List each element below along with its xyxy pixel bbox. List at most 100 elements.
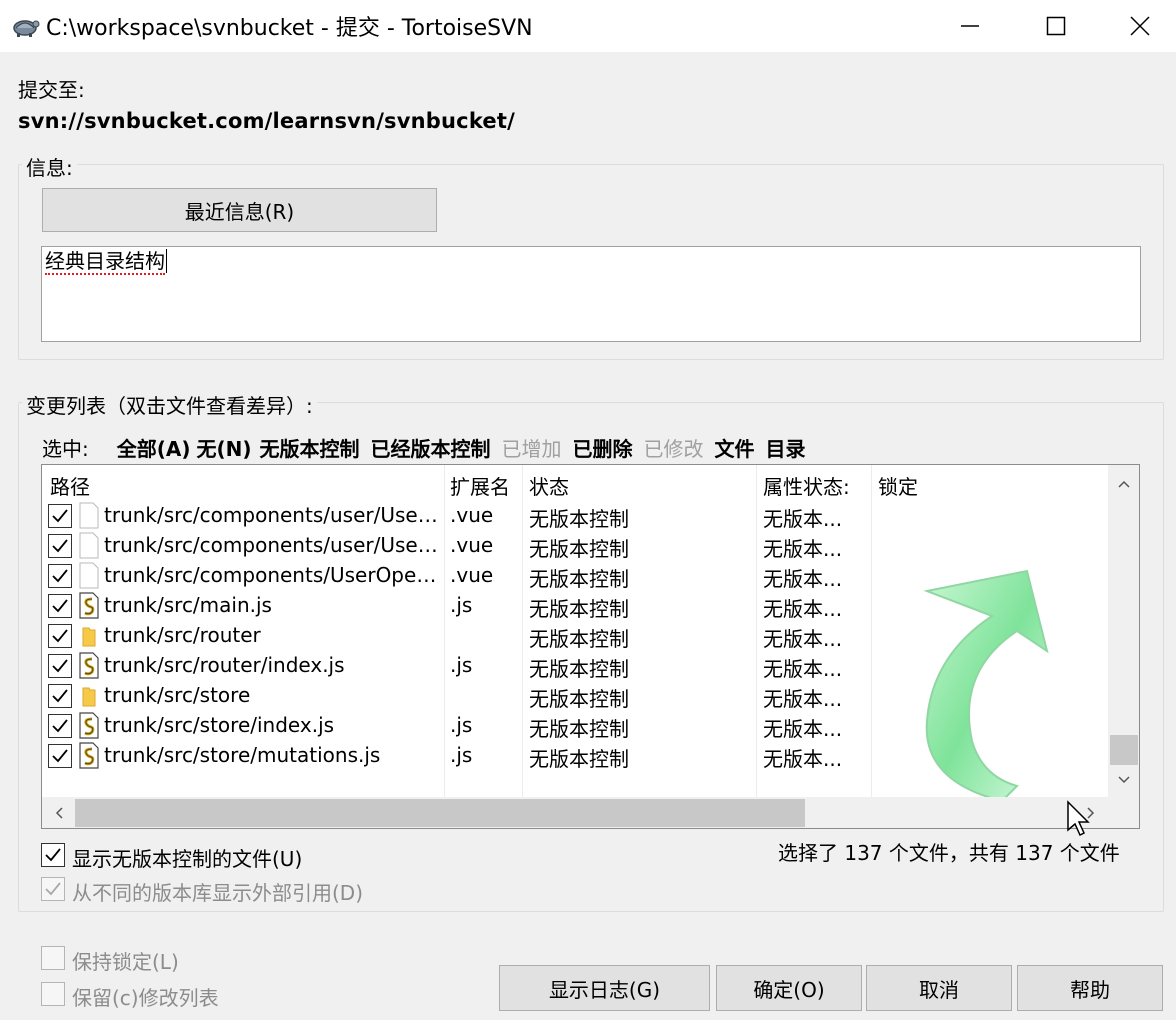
row-prop-status: 无版本...: [763, 567, 843, 591]
chevron-left-icon: [55, 807, 63, 819]
checkmark-icon: [45, 848, 61, 862]
column-header-prop-status[interactable]: 属性状态:: [763, 471, 850, 500]
select-dirs-link[interactable]: 目录: [766, 433, 806, 462]
row-status: 无版本控制: [529, 537, 629, 561]
row-checkbox[interactable]: [48, 564, 72, 588]
row-checkbox[interactable]: [48, 684, 72, 708]
vertical-scroll-thumb[interactable]: [1110, 735, 1138, 765]
title-bar: C:\workspace\svnbucket - 提交 - TortoiseSV…: [0, 0, 1176, 52]
row-extension: .vue: [450, 563, 494, 587]
select-all-link[interactable]: 全部(A): [117, 433, 191, 462]
file-icon: [78, 502, 100, 529]
select-filter-row: 选中: 全部(A) 无(N) 无版本控制 已经版本控制 已增加 已删除 已修改 …: [42, 433, 817, 462]
show-externals-checkbox[interactable]: [41, 877, 65, 901]
js-file-icon: [78, 592, 100, 619]
js-file-icon: [78, 742, 100, 769]
row-checkbox[interactable]: [48, 744, 72, 768]
close-icon: [1130, 16, 1150, 36]
row-extension: .vue: [450, 533, 494, 557]
selection-count-text: 选择了 137 个文件，共有 137 个文件: [778, 841, 1120, 865]
column-header-lock[interactable]: 锁定: [878, 471, 918, 500]
commit-to-label: 提交至:: [18, 78, 85, 102]
chevron-up-icon: [1118, 480, 1130, 488]
cancel-button[interactable]: 取消: [866, 965, 1012, 1011]
row-extension: .js: [450, 593, 473, 617]
keep-locks-checkbox[interactable]: [41, 946, 65, 970]
show-externals-label[interactable]: 从不同的版本库显示外部引用(D): [72, 877, 363, 906]
checkmark-icon: [52, 659, 68, 673]
row-path: trunk/src/components/user/User...: [104, 503, 440, 527]
column-header-ext[interactable]: 扩展名: [450, 471, 510, 500]
row-path: trunk/src/router/index.js: [104, 653, 345, 677]
js-file-icon: [78, 652, 100, 679]
row-checkbox[interactable]: [48, 624, 72, 648]
scroll-up-button[interactable]: [1108, 473, 1139, 495]
show-unversioned-checkbox[interactable]: [41, 843, 65, 867]
row-path: trunk/src/components/UserOper...: [104, 563, 440, 587]
row-status: 无版本控制: [529, 507, 629, 531]
close-button[interactable]: [1098, 0, 1176, 52]
row-path: trunk/src/store: [104, 683, 251, 707]
commit-message-input[interactable]: 经典目录结构: [41, 246, 1141, 342]
recent-messages-button[interactable]: 最近信息(R): [42, 188, 437, 232]
scroll-down-button[interactable]: [1108, 769, 1139, 791]
checkmark-icon: [52, 689, 68, 703]
keep-changelists-label[interactable]: 保留(c)修改列表: [72, 982, 219, 1011]
changes-group-label: 变更列表（双击文件查看差异）:: [22, 390, 317, 419]
row-checkbox[interactable]: [48, 714, 72, 738]
row-checkbox[interactable]: [48, 654, 72, 678]
changes-listview[interactable]: 路径 扩展名 状态 属性状态: 锁定 trunk/src/components/…: [41, 464, 1140, 829]
row-status: 无版本控制: [529, 687, 629, 711]
select-none-link[interactable]: 无(N): [197, 433, 252, 462]
row-prop-status: 无版本...: [763, 537, 843, 561]
horizontal-scrollbar[interactable]: [42, 797, 1139, 828]
checkmark-icon: [52, 599, 68, 613]
row-checkbox[interactable]: [48, 504, 72, 528]
table-row[interactable]: trunk/src/components/user/User... .vue 无版本…: [42, 531, 1108, 561]
commit-arrow-icon: [923, 569, 1049, 803]
row-status: 无版本控制: [529, 627, 629, 651]
select-unversioned-link[interactable]: 无版本控制: [260, 433, 360, 462]
select-prefix: 选中:: [42, 437, 89, 461]
select-files-link[interactable]: 文件: [715, 433, 755, 462]
text-caret: [166, 249, 167, 273]
commit-url: svn://svnbucket.com/learnsvn/svnbucket/: [18, 109, 515, 133]
show-unversioned-label[interactable]: 显示无版本控制的文件(U): [72, 843, 302, 872]
row-prop-status: 无版本...: [763, 507, 843, 531]
row-prop-status: 无版本...: [763, 747, 843, 771]
select-deleted-link[interactable]: 已删除: [573, 433, 633, 462]
table-row[interactable]: trunk/src/components/user/User... .vue 无版本…: [42, 501, 1108, 531]
row-checkbox[interactable]: [48, 594, 72, 618]
ok-button[interactable]: 确定(O): [716, 965, 862, 1011]
checkmark-icon: [52, 539, 68, 553]
row-path: trunk/src/components/user/User...: [104, 533, 440, 557]
maximize-icon: [1046, 16, 1066, 36]
row-prop-status: 无版本...: [763, 597, 843, 621]
show-log-button[interactable]: 显示日志(G): [499, 965, 710, 1011]
row-status: 无版本控制: [529, 747, 629, 771]
column-header-path[interactable]: 路径: [50, 471, 90, 500]
row-path: trunk/src/router: [104, 623, 261, 647]
checkmark-icon: [52, 629, 68, 643]
checkmark-icon: [52, 509, 68, 523]
keep-changelists-checkbox[interactable]: [41, 982, 65, 1006]
row-prop-status: 无版本...: [763, 717, 843, 741]
checkmark-icon: [45, 882, 61, 896]
row-prop-status: 无版本...: [763, 687, 843, 711]
select-modified-link[interactable]: 已修改: [644, 433, 704, 462]
select-versioned-link[interactable]: 已经版本控制: [371, 433, 491, 462]
list-header: 路径 扩展名 状态 属性状态: 锁定: [42, 465, 1108, 501]
minimize-button[interactable]: [928, 0, 1012, 52]
horizontal-scroll-thumb[interactable]: [75, 799, 805, 827]
keep-locks-label[interactable]: 保持锁定(L): [72, 946, 179, 975]
select-added-link[interactable]: 已增加: [502, 433, 562, 462]
column-header-status[interactable]: 状态: [529, 471, 569, 500]
maximize-button[interactable]: [1014, 0, 1098, 52]
row-checkbox[interactable]: [48, 534, 72, 558]
row-prop-status: 无版本...: [763, 627, 843, 651]
scroll-left-button[interactable]: [48, 801, 70, 825]
row-path: trunk/src/main.js: [104, 593, 272, 617]
row-prop-status: 无版本...: [763, 657, 843, 681]
vertical-scrollbar[interactable]: [1108, 465, 1139, 797]
help-button[interactable]: 帮助: [1017, 965, 1163, 1011]
